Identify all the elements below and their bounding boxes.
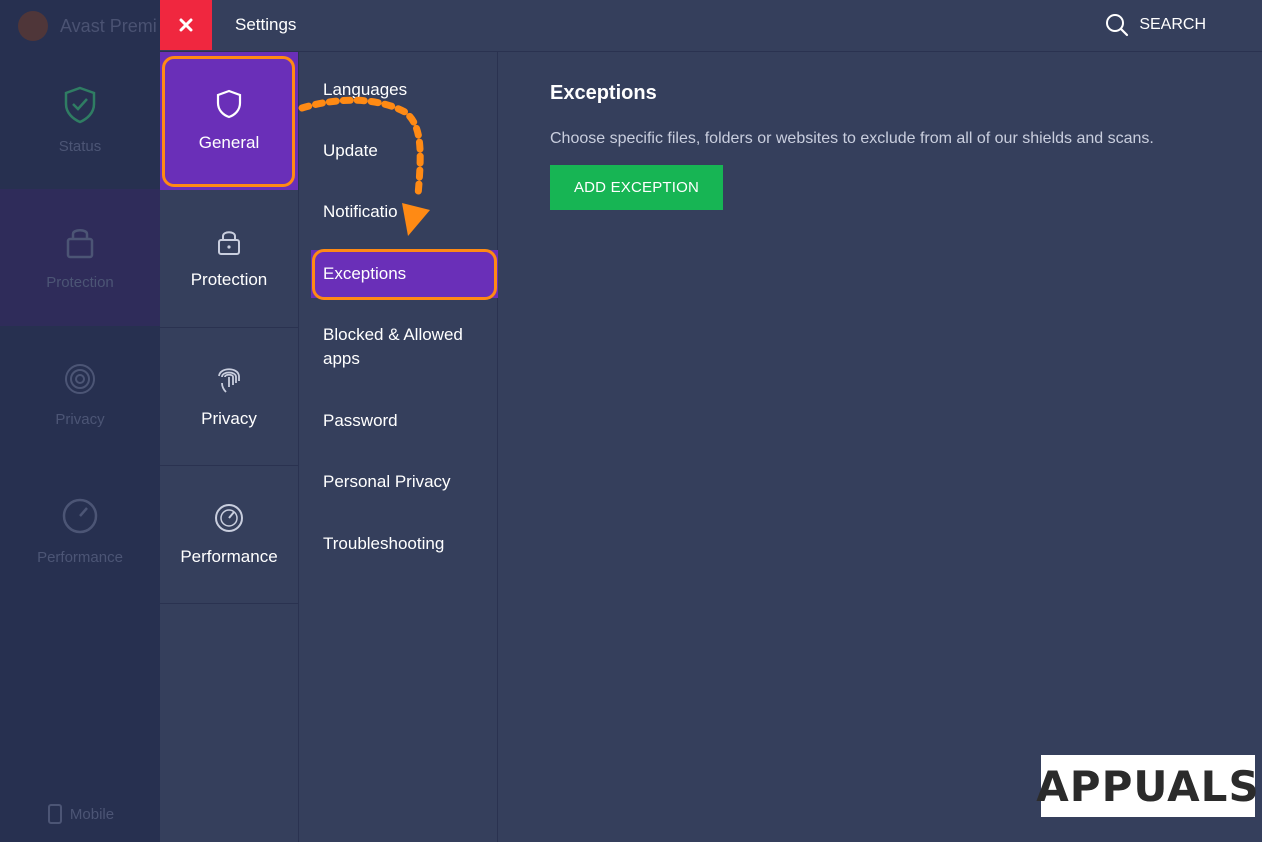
- settings-panel: Settings SEARCH General Protection Priva…: [160, 0, 1262, 842]
- lock-icon: [66, 229, 94, 259]
- bg-nav-privacy: Privacy: [0, 326, 160, 463]
- category-privacy-label: Privacy: [201, 408, 257, 428]
- fingerprint-icon: [65, 364, 95, 394]
- shield-icon: [216, 89, 242, 119]
- bg-mobile-link: Mobile: [0, 804, 160, 824]
- avast-logo-icon: [18, 11, 48, 41]
- bg-nav-performance: Performance: [0, 463, 160, 600]
- search-label: SEARCH: [1139, 16, 1206, 33]
- appuals-watermark: APPUALS: [1036, 755, 1259, 817]
- background-app-title: Avast Premi: [60, 15, 157, 36]
- category-protection[interactable]: Protection: [160, 190, 298, 328]
- speedometer-icon: [62, 498, 98, 534]
- settings-header: Settings SEARCH: [160, 0, 1262, 52]
- mobile-icon: [47, 804, 62, 824]
- watermark-text: APPUALS: [1036, 761, 1260, 811]
- category-general[interactable]: General: [160, 52, 298, 190]
- settings-category-column: General Protection Privacy Performance: [160, 52, 299, 842]
- category-general-label: General: [198, 133, 260, 152]
- shield-check-icon: [64, 86, 96, 124]
- fingerprint-icon: [218, 367, 240, 393]
- close-icon: [179, 18, 193, 32]
- settings-content: Exceptions Choose specific files, folder…: [498, 52, 1262, 842]
- bg-nav-protection-label: Protection: [46, 274, 114, 291]
- close-button[interactable]: [160, 0, 212, 50]
- subnav-languages[interactable]: Languages: [323, 78, 407, 102]
- subnav-password[interactable]: Password: [323, 409, 398, 433]
- lock-icon: [218, 230, 240, 255]
- search-icon: [1106, 14, 1129, 37]
- category-performance-label: Performance: [180, 546, 278, 566]
- bg-nav-performance-label: Performance: [37, 549, 123, 566]
- bg-nav-protection: Protection: [0, 189, 160, 326]
- bg-nav-status-label: Status: [58, 138, 102, 155]
- subnav-exceptions[interactable]: Exceptions: [323, 262, 406, 286]
- subnav-personal-privacy[interactable]: Personal Privacy: [323, 470, 451, 494]
- content-description: Choose specific files, folders or websit…: [550, 130, 1154, 147]
- settings-subnav-column: Languages Update Notificatio Exceptions …: [299, 52, 498, 842]
- bg-nav-privacy-label: Privacy: [55, 411, 105, 428]
- search-button[interactable]: SEARCH: [1105, 13, 1206, 37]
- background-app-header: Avast Premi: [0, 0, 160, 52]
- speedometer-icon: [215, 503, 243, 532]
- category-performance[interactable]: Performance: [160, 466, 298, 604]
- subnav-notifications[interactable]: Notificatio: [323, 200, 398, 224]
- subnav-troubleshooting[interactable]: Troubleshooting: [323, 532, 444, 556]
- subnav-update[interactable]: Update: [323, 139, 378, 163]
- content-title: Exceptions: [550, 82, 657, 104]
- background-app-nav: Status Protection Privacy Performance: [0, 52, 160, 600]
- bg-mobile-label: Mobile: [69, 805, 115, 823]
- add-exception-button[interactable]: ADD EXCEPTION: [550, 165, 723, 210]
- category-privacy[interactable]: Privacy: [160, 328, 298, 466]
- bg-nav-status: Status: [0, 52, 160, 189]
- settings-title: Settings: [235, 15, 297, 34]
- category-protection-label: Protection: [190, 269, 268, 289]
- subnav-blocked-allowed-apps[interactable]: Blocked & Allowed apps: [323, 323, 483, 371]
